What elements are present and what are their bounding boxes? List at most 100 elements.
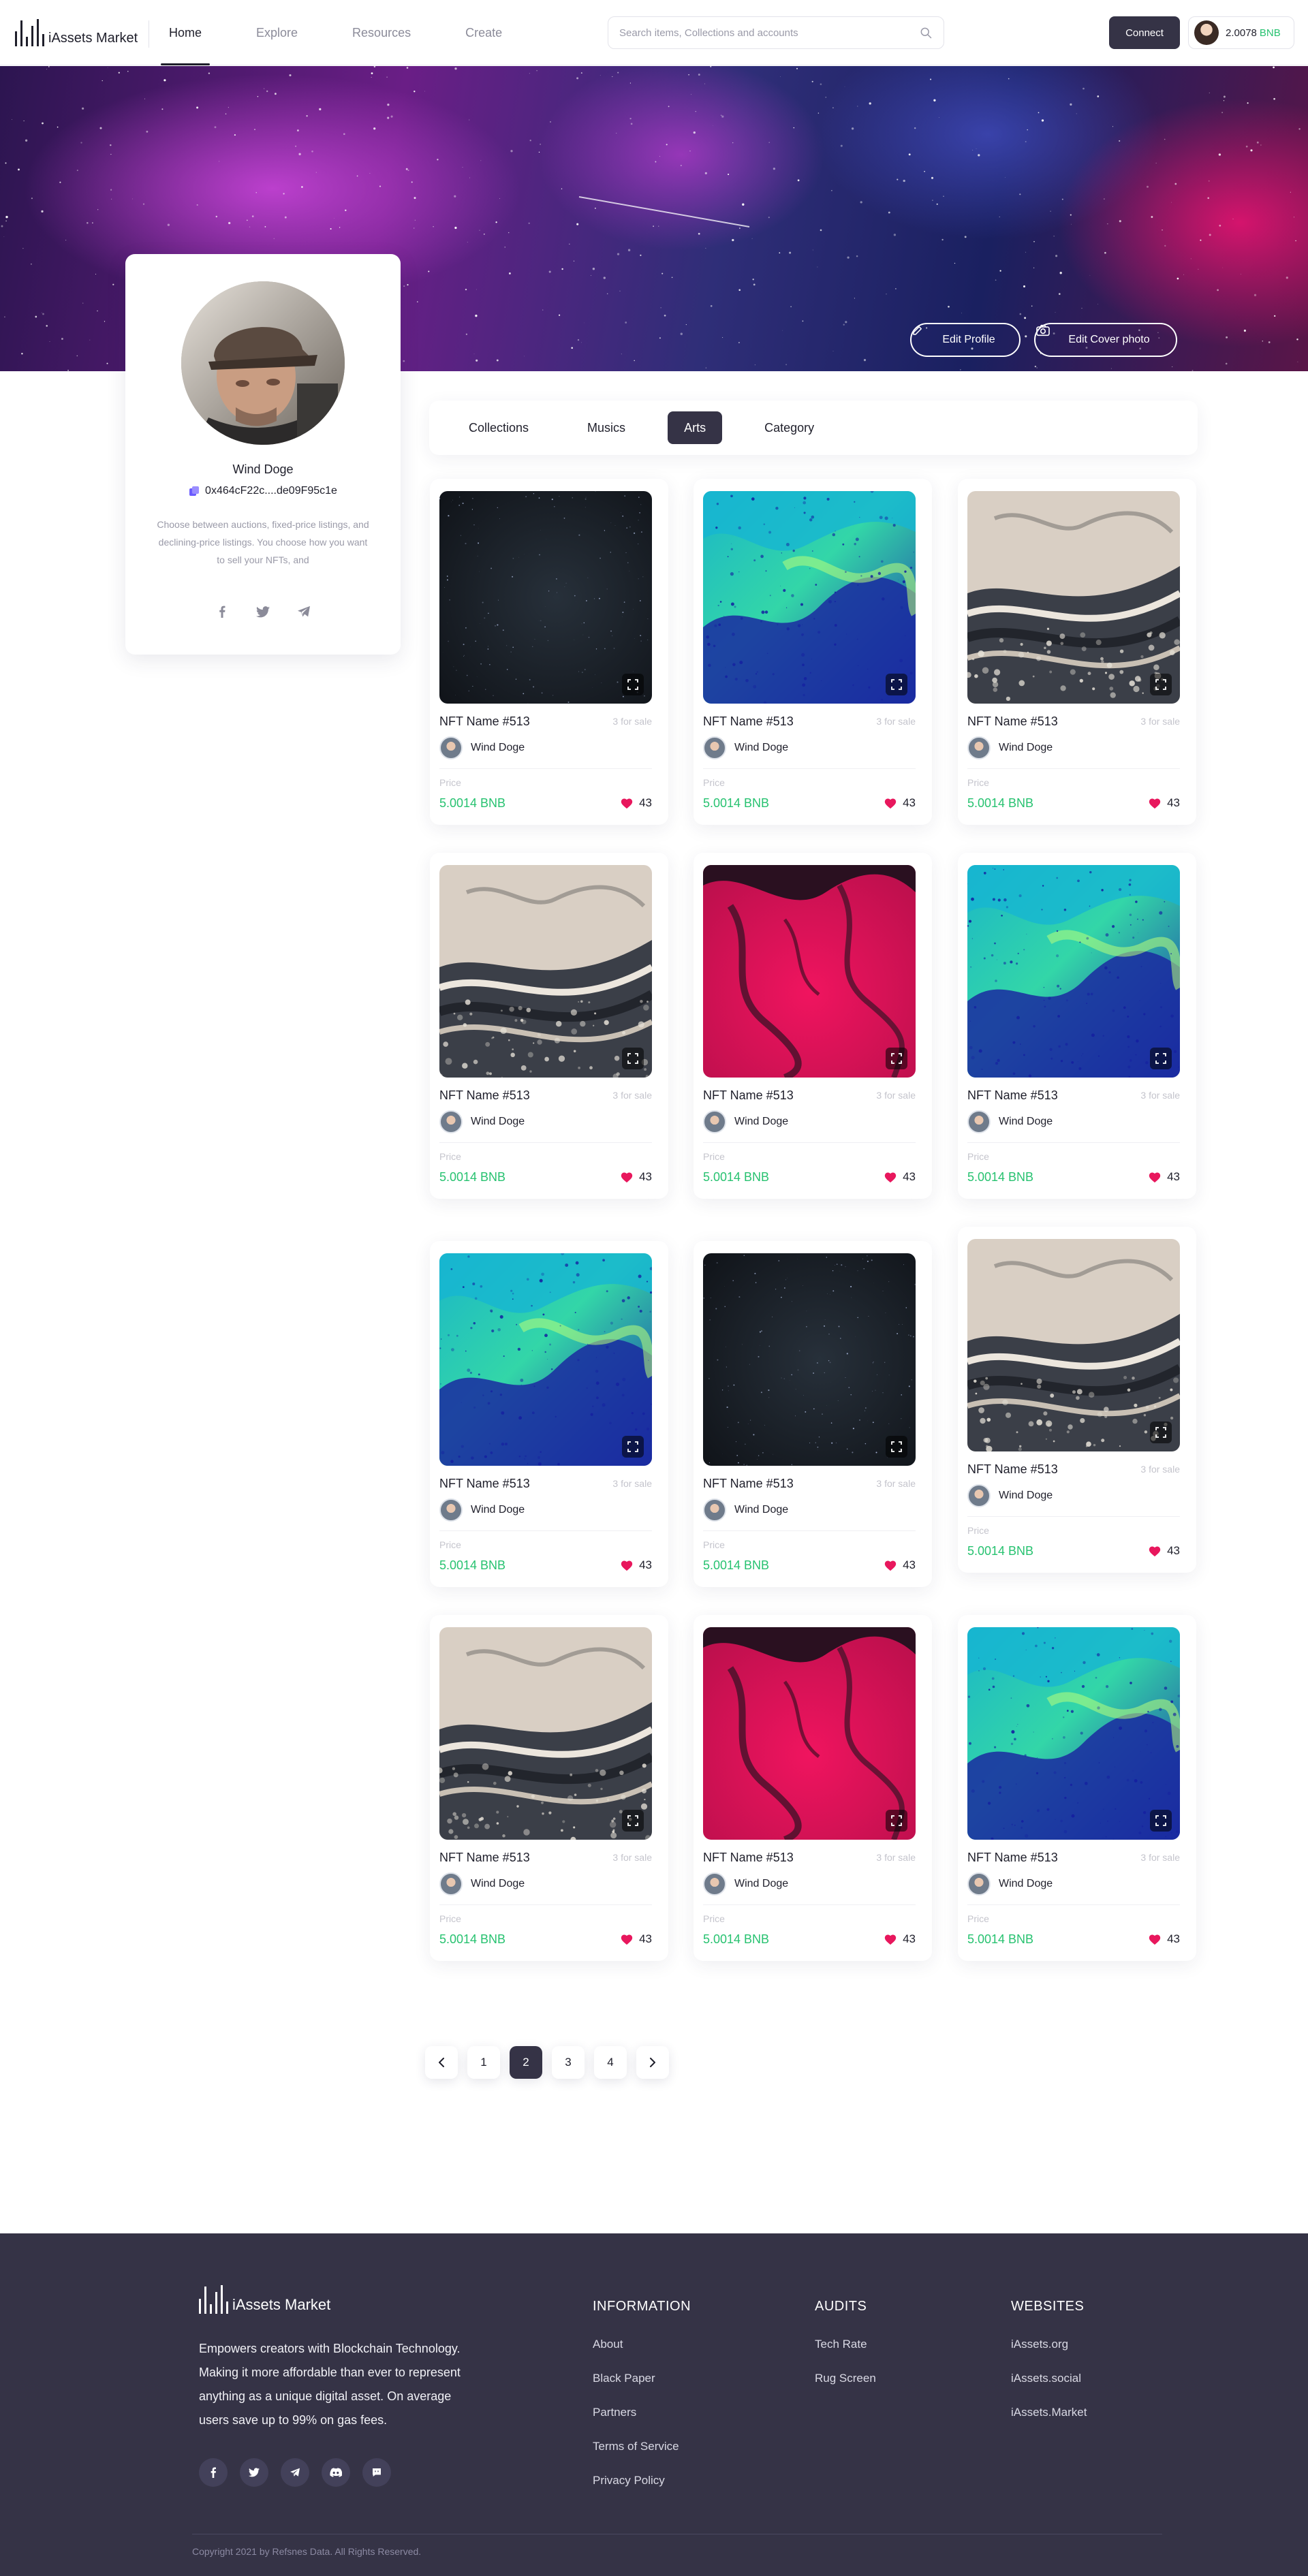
- nft-title[interactable]: NFT Name #513: [439, 1851, 530, 1865]
- search-icon[interactable]: [919, 26, 933, 40]
- copy-icon[interactable]: [189, 486, 200, 497]
- tab-arts[interactable]: Arts: [668, 411, 723, 444]
- nft-title[interactable]: NFT Name #513: [439, 1088, 530, 1103]
- expand-icon[interactable]: [1150, 1810, 1172, 1832]
- like-button[interactable]: 43: [884, 1558, 916, 1572]
- footer-link-iassets-org[interactable]: iAssets.org: [1011, 2338, 1087, 2351]
- expand-icon[interactable]: [622, 1810, 644, 1832]
- nft-title[interactable]: NFT Name #513: [439, 1477, 530, 1491]
- nft-artwork-image[interactable]: [439, 1253, 652, 1466]
- like-button[interactable]: 43: [620, 796, 652, 810]
- footer-link-iassets-social[interactable]: iAssets.social: [1011, 2372, 1087, 2385]
- nft-artwork-image[interactable]: [439, 491, 652, 704]
- telegram-icon[interactable]: [281, 2458, 309, 2487]
- wallet-balance[interactable]: 2.0078 BNB: [1188, 16, 1294, 49]
- nft-owner[interactable]: Wind Doge: [703, 1872, 788, 1896]
- expand-icon[interactable]: [622, 674, 644, 695]
- nft-card[interactable]: NFT Name #513 3 for sale Wind Doge Price 5.0…: [958, 853, 1196, 1199]
- like-button[interactable]: 43: [1148, 1932, 1180, 1946]
- expand-icon[interactable]: [886, 1810, 907, 1832]
- discord-icon[interactable]: [322, 2458, 350, 2487]
- nav-item-resources[interactable]: Resources: [344, 0, 419, 65]
- nft-title[interactable]: NFT Name #513: [967, 714, 1058, 729]
- nft-card[interactable]: NFT Name #513 3 for sale Wind Doge Price 5.0…: [694, 1241, 932, 1587]
- nft-artwork-image[interactable]: [439, 865, 652, 1078]
- nft-artwork-image[interactable]: [967, 1627, 1180, 1840]
- nft-artwork-image[interactable]: [967, 865, 1180, 1078]
- nft-owner[interactable]: Wind Doge: [967, 1484, 1053, 1507]
- nft-title[interactable]: NFT Name #513: [967, 1088, 1058, 1103]
- nft-artwork-image[interactable]: [703, 1253, 916, 1466]
- nft-card[interactable]: NFT Name #513 3 for sale Wind Doge Price 5.0…: [694, 1615, 932, 1961]
- nft-title[interactable]: NFT Name #513: [703, 714, 794, 729]
- nft-owner[interactable]: Wind Doge: [439, 1110, 525, 1133]
- like-button[interactable]: 43: [1148, 796, 1180, 810]
- nft-owner[interactable]: Wind Doge: [703, 1110, 788, 1133]
- like-button[interactable]: 43: [620, 1932, 652, 1946]
- nft-title[interactable]: NFT Name #513: [703, 1851, 794, 1865]
- page-button-4[interactable]: 4: [594, 2046, 627, 2079]
- nft-card[interactable]: NFT Name #513 3 for sale Wind Doge Price 5.0…: [694, 479, 932, 825]
- footer-link-tech-rate[interactable]: Tech Rate: [815, 2338, 876, 2351]
- like-button[interactable]: 43: [884, 1932, 916, 1946]
- footer-link-terms[interactable]: Terms of Service: [593, 2440, 691, 2453]
- footer-logo[interactable]: iAssets Market: [199, 2285, 330, 2314]
- site-logo[interactable]: iAssets Market: [15, 16, 138, 46]
- facebook-icon[interactable]: [199, 2458, 228, 2487]
- expand-icon[interactable]: [1150, 1421, 1172, 1443]
- expand-icon[interactable]: [622, 1436, 644, 1458]
- footer-link-partners[interactable]: Partners: [593, 2406, 691, 2419]
- edit-cover-button[interactable]: Edit Cover photo: [1034, 323, 1177, 357]
- page-button-2[interactable]: 2: [510, 2046, 542, 2079]
- nft-artwork-image[interactable]: [703, 491, 916, 704]
- facebook-icon[interactable]: [215, 604, 230, 619]
- nav-item-create[interactable]: Create: [457, 0, 510, 65]
- tab-collections[interactable]: Collections: [452, 411, 545, 444]
- telegram-icon[interactable]: [296, 604, 311, 619]
- expand-icon[interactable]: [886, 674, 907, 695]
- expand-icon[interactable]: [1150, 1048, 1172, 1069]
- like-button[interactable]: 43: [884, 796, 916, 810]
- connect-button[interactable]: Connect: [1109, 16, 1180, 49]
- nft-title[interactable]: NFT Name #513: [703, 1477, 794, 1491]
- nft-owner[interactable]: Wind Doge: [439, 1498, 525, 1522]
- edit-profile-button[interactable]: Edit Profile: [910, 323, 1021, 357]
- tab-category[interactable]: Category: [748, 411, 830, 444]
- nft-card[interactable]: NFT Name #513 3 for sale Wind Doge Price 5.0…: [958, 479, 1196, 825]
- search-input[interactable]: [619, 27, 919, 39]
- expand-icon[interactable]: [886, 1048, 907, 1069]
- nft-card[interactable]: NFT Name #513 3 for sale Wind Doge Price 5.0…: [958, 1227, 1196, 1573]
- nft-owner[interactable]: Wind Doge: [439, 736, 525, 759]
- footer-link-rug-screen[interactable]: Rug Screen: [815, 2372, 876, 2385]
- nft-artwork-image[interactable]: [439, 1627, 652, 1840]
- footer-link-privacy[interactable]: Privacy Policy: [593, 2474, 691, 2487]
- like-button[interactable]: 43: [884, 1170, 916, 1184]
- nft-owner[interactable]: Wind Doge: [967, 1110, 1053, 1133]
- twitter-icon[interactable]: [240, 2458, 268, 2487]
- page-button-1[interactable]: 1: [467, 2046, 500, 2079]
- nft-card[interactable]: NFT Name #513 3 for sale Wind Doge Price 5.0…: [430, 479, 668, 825]
- nav-item-explore[interactable]: Explore: [248, 0, 306, 65]
- footer-link-about[interactable]: About: [593, 2338, 691, 2351]
- nft-title[interactable]: NFT Name #513: [439, 714, 530, 729]
- nft-artwork-image[interactable]: [703, 1627, 916, 1840]
- nft-card[interactable]: NFT Name #513 3 for sale Wind Doge Price 5.0…: [430, 1241, 668, 1587]
- expand-icon[interactable]: [886, 1436, 907, 1458]
- nft-card[interactable]: NFT Name #513 3 for sale Wind Doge Price 5.0…: [430, 853, 668, 1199]
- like-button[interactable]: 43: [620, 1170, 652, 1184]
- twitter-icon[interactable]: [255, 604, 270, 619]
- like-button[interactable]: 43: [1148, 1170, 1180, 1184]
- prev-page-button[interactable]: [425, 2046, 458, 2079]
- nft-title[interactable]: NFT Name #513: [703, 1088, 794, 1103]
- expand-icon[interactable]: [622, 1048, 644, 1069]
- page-button-3[interactable]: 3: [552, 2046, 585, 2079]
- nft-title[interactable]: NFT Name #513: [967, 1851, 1058, 1865]
- tab-musics[interactable]: Musics: [571, 411, 642, 444]
- nft-owner[interactable]: Wind Doge: [967, 1872, 1053, 1896]
- nft-owner[interactable]: Wind Doge: [967, 736, 1053, 759]
- wallet-address[interactable]: 0x464cF22c....de09F95c1e: [125, 485, 401, 497]
- like-button[interactable]: 43: [1148, 1544, 1180, 1558]
- nft-owner[interactable]: Wind Doge: [703, 1498, 788, 1522]
- nft-title[interactable]: NFT Name #513: [967, 1462, 1058, 1477]
- nft-card[interactable]: NFT Name #513 3 for sale Wind Doge Price 5.0…: [694, 853, 932, 1199]
